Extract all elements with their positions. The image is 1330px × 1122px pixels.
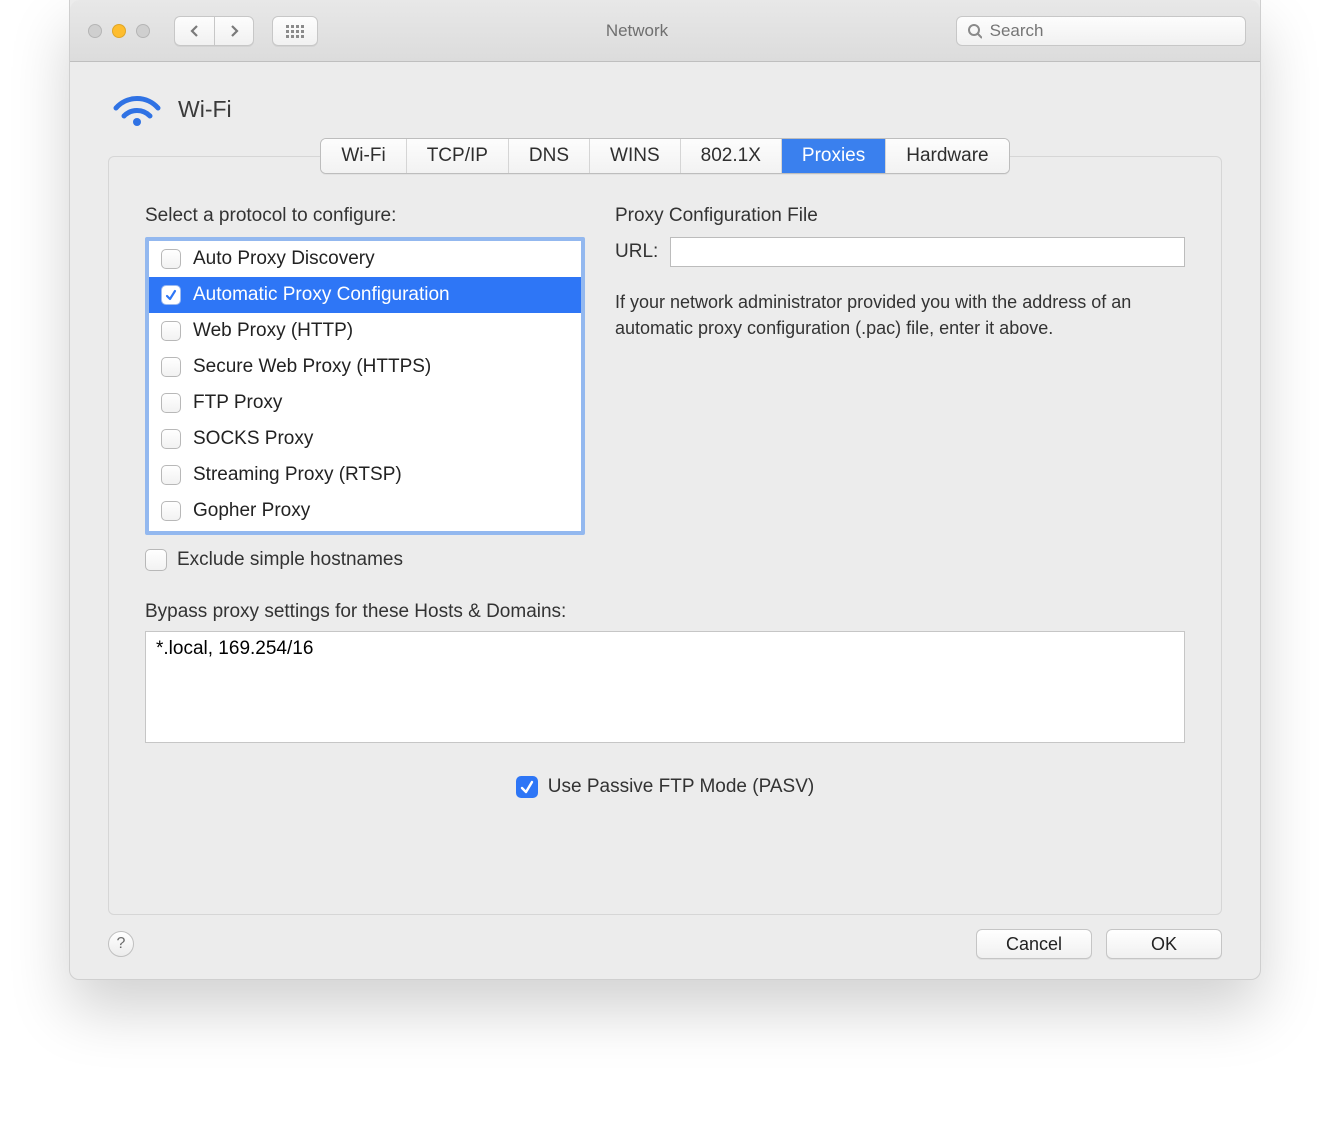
nav-buttons [174,16,254,46]
protocol-item[interactable]: Streaming Proxy (RTSP) [149,457,581,493]
protocol-list[interactable]: Auto Proxy Discovery Automatic Proxy Conf… [145,237,585,535]
protocol-item[interactable]: Gopher Proxy [149,493,581,529]
wifi-icon [112,90,162,128]
tab-tcp-ip[interactable]: TCP/IP [407,139,509,173]
protocol-checkbox[interactable] [161,321,181,341]
window-title: Network [328,21,946,41]
url-label: URL: [615,241,658,263]
protocol-label: Web Proxy (HTTP) [193,320,353,342]
ok-button[interactable]: OK [1106,929,1222,959]
protocol-heading: Select a protocol to configure: [145,205,585,227]
url-row: URL: [615,237,1185,267]
grid-icon [285,24,305,38]
proxy-file-heading: Proxy Configuration File [615,205,1185,227]
window-controls [88,24,150,38]
interface-header: Wi-Fi [70,62,1260,138]
passive-ftp-checkbox[interactable] [516,776,538,798]
help-icon: ? [117,935,126,953]
network-preferences-window: Network Wi-Fi Wi-FiTCP/IPDNSWINS802.1XPr… [69,0,1261,980]
protocol-item[interactable]: SOCKS Proxy [149,421,581,457]
protocol-label: Secure Web Proxy (HTTPS) [193,356,431,378]
chevron-left-icon [188,24,202,38]
protocol-checkbox[interactable] [161,393,181,413]
protocol-checkbox[interactable] [161,357,181,377]
minimize-window-button[interactable] [112,24,126,38]
protocol-label: Automatic Proxy Configuration [193,284,450,306]
chevron-right-icon [227,24,241,38]
protocol-checkbox[interactable] [161,285,181,305]
tab-dns[interactable]: DNS [509,139,590,173]
exclude-simple-row[interactable]: Exclude simple hostnames [145,549,585,571]
forward-button[interactable] [214,16,254,46]
show-all-button[interactable] [272,16,318,46]
bypass-textarea[interactable] [145,631,1185,743]
protocol-item[interactable]: Automatic Proxy Configuration [149,277,581,313]
tab-802-1x[interactable]: 802.1X [681,139,782,173]
passive-ftp-label: Use Passive FTP Mode (PASV) [548,776,814,798]
cancel-button[interactable]: Cancel [976,929,1092,959]
protocol-label: FTP Proxy [193,392,282,414]
url-input[interactable] [670,237,1185,267]
protocol-checkbox[interactable] [161,429,181,449]
protocol-label: Auto Proxy Discovery [193,248,375,270]
bypass-label: Bypass proxy settings for these Hosts & … [145,601,1185,623]
protocol-checkbox[interactable] [161,465,181,485]
protocol-label: Gopher Proxy [193,500,310,522]
protocol-item[interactable]: Auto Proxy Discovery [149,241,581,277]
tab-proxies[interactable]: Proxies [782,139,886,173]
exclude-simple-checkbox[interactable] [145,549,167,571]
help-button[interactable]: ? [108,931,134,957]
tab-wins[interactable]: WINS [590,139,681,173]
tab-wi-fi[interactable]: Wi-Fi [321,139,406,173]
protocol-label: SOCKS Proxy [193,428,313,450]
close-window-button[interactable] [88,24,102,38]
maximize-window-button[interactable] [136,24,150,38]
proxies-panel: Select a protocol to configure: Auto Pro… [108,156,1222,915]
protocol-item[interactable]: Secure Web Proxy (HTTPS) [149,349,581,385]
exclude-simple-label: Exclude simple hostnames [177,549,403,571]
tab-hardware[interactable]: Hardware [886,139,1008,173]
dialog-footer: ? Cancel OK [70,915,1260,979]
tab-bar: Wi-FiTCP/IPDNSWINS802.1XProxiesHardware [70,138,1260,174]
protocol-checkbox[interactable] [161,501,181,521]
protocol-item[interactable]: FTP Proxy [149,385,581,421]
back-button[interactable] [174,16,214,46]
titlebar: Network [70,0,1260,62]
protocol-label: Streaming Proxy (RTSP) [193,464,402,486]
passive-ftp-row[interactable]: Use Passive FTP Mode (PASV) [516,776,814,798]
search-input[interactable] [990,21,1235,41]
proxy-help-text: If your network administrator provided y… [615,289,1135,341]
protocol-item[interactable]: Web Proxy (HTTP) [149,313,581,349]
search-field-wrap[interactable] [956,16,1246,46]
protocol-checkbox[interactable] [161,249,181,269]
interface-name: Wi-Fi [178,96,232,123]
search-icon [967,23,982,39]
